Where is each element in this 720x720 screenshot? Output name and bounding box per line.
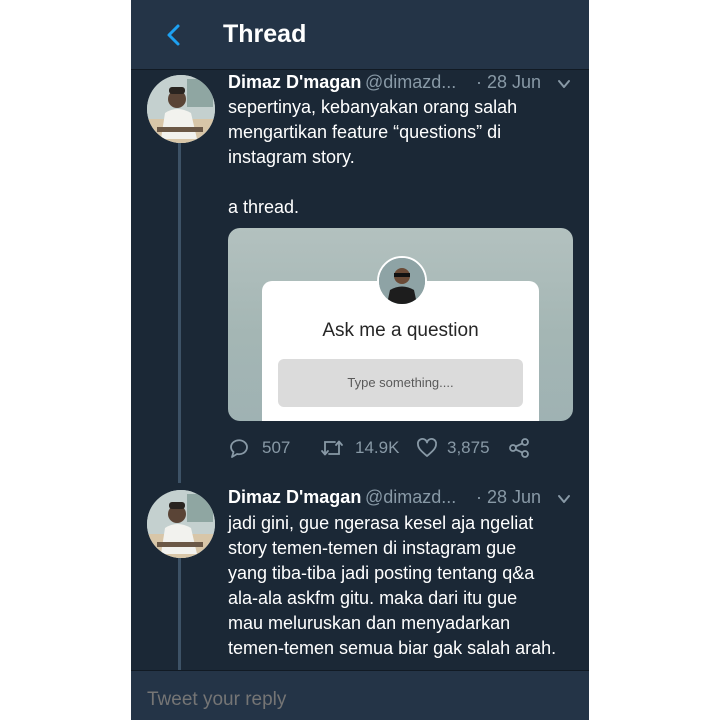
tweet-actions: 507 14.9K 3,875 — [228, 435, 558, 461]
like-button[interactable]: 3,875 — [416, 435, 496, 461]
thread-line — [178, 558, 181, 670]
author-name[interactable]: Dimaz D'magan — [228, 72, 361, 93]
twitter-screen: Thread Dimaz D'magan @dimazd... · 28 Jun… — [131, 0, 589, 720]
retweet-button[interactable]: 14.9K — [320, 435, 410, 461]
reply-count: 507 — [262, 438, 291, 457]
question-title: Ask me a question — [322, 320, 479, 341]
heart-icon — [417, 438, 437, 457]
avatar[interactable] — [147, 75, 215, 143]
tweet-line: ala-ala askfm gitu. maka dari itu gue — [228, 588, 518, 608]
tweet-line: jadi gini, gue ngerasa kesel aja ngeliat — [228, 513, 534, 533]
author-handle[interactable]: @dimazd... — [365, 487, 456, 508]
tweet-line: yang tiba-tiba jadi posting tentang q&a — [228, 563, 535, 583]
share-icon — [509, 438, 529, 458]
tweet-menu-button[interactable] — [556, 491, 572, 507]
page-title: Thread — [223, 20, 307, 48]
tweet-line: temen-temen semua biar gak salah arah. — [228, 638, 557, 658]
sticker-avatar — [377, 256, 427, 306]
tweet-line: instagram story. — [228, 147, 355, 167]
tweet-date: · 28 Jun — [476, 487, 542, 507]
tweet-line: mengartikan feature “questions” di — [228, 122, 502, 142]
speech-bubble-icon — [230, 439, 248, 458]
tweet-menu-button[interactable] — [556, 76, 572, 92]
like-count: 3,875 — [447, 438, 490, 457]
retweet-icon — [321, 440, 343, 456]
tweet-media[interactable]: Ask me a question Type something.... — [228, 228, 573, 421]
tweet-header: Dimaz D'magan @dimazd... · 28 Jun — [228, 487, 573, 511]
tweet-date: · 28 Jun — [476, 72, 542, 92]
share-button[interactable] — [508, 435, 534, 461]
back-button[interactable] — [161, 22, 187, 48]
reply-bar — [131, 670, 589, 720]
tweet-line: mau meluruskan dan menyadarkan — [228, 613, 511, 633]
chevron-left-icon — [167, 24, 180, 46]
reply-button[interactable]: 507 — [228, 435, 298, 461]
question-input: Type something.... — [278, 359, 523, 407]
tweet-line: story temen-temen di instagram gue — [228, 538, 517, 558]
author-handle[interactable]: @dimazd... — [365, 72, 456, 93]
avatar[interactable] — [147, 490, 215, 558]
chevron-down-icon — [558, 495, 570, 503]
author-name[interactable]: Dimaz D'magan — [228, 487, 361, 508]
tweet-line: sepertinya, kebanyakan orang salah — [228, 97, 518, 117]
retweet-count: 14.9K — [355, 438, 400, 457]
tweet-header: Dimaz D'magan @dimazd... · 28 Jun — [228, 72, 573, 96]
reply-input[interactable] — [147, 689, 547, 711]
top-bar: Thread — [131, 0, 589, 70]
tweet-text: sepertinya, kebanyakan orang salah menga… — [228, 95, 578, 220]
chevron-down-icon — [558, 80, 570, 88]
tweet-line: a thread. — [228, 197, 300, 217]
tweet-text: jadi gini, gue ngerasa kesel aja ngeliat… — [228, 511, 578, 661]
thread-line — [178, 143, 181, 483]
tweet-line — [228, 170, 578, 195]
